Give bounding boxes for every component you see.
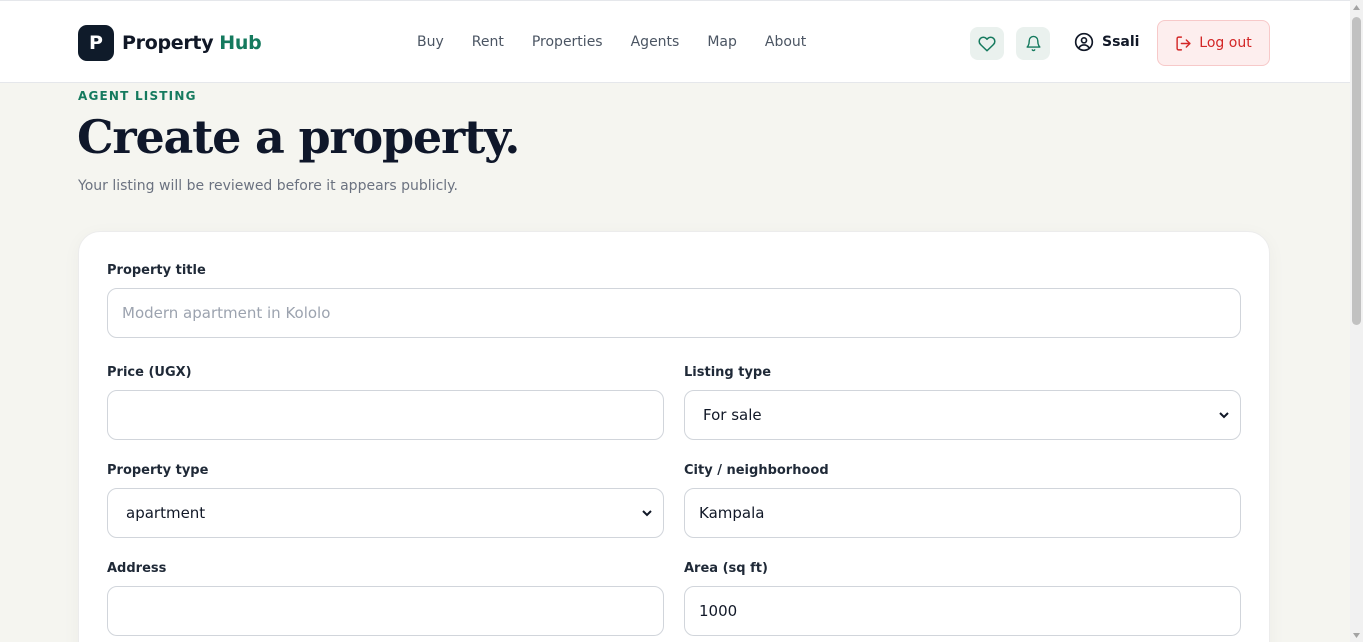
heart-icon <box>978 35 996 51</box>
nav-properties[interactable]: Properties <box>532 34 603 50</box>
scroll-thumb[interactable] <box>1352 17 1361 325</box>
nav-agents[interactable]: Agents <box>631 34 680 50</box>
property-type-label: Property type <box>107 463 209 478</box>
page-subtitle: Your listing will be reviewed before it … <box>78 178 458 194</box>
area-label: Area (sq ft) <box>684 561 768 576</box>
page-scrollbar[interactable] <box>1350 0 1363 642</box>
top-header: P Property Hub Buy Rent Properties Agents… <box>0 0 1350 83</box>
listing-type-value: For sale <box>703 406 762 424</box>
notifications-button[interactable] <box>1016 27 1050 60</box>
main-nav: Buy Rent Properties Agents Map About <box>417 34 834 50</box>
logo-accent: Hub <box>219 32 262 54</box>
bell-icon <box>1025 35 1041 52</box>
logout-icon <box>1176 35 1191 51</box>
nav-rent[interactable]: Rent <box>472 34 504 50</box>
page-title: Create a property. <box>77 110 520 164</box>
user-menu[interactable]: Ssali <box>1074 32 1139 52</box>
logo-text: Property Hub <box>122 32 262 54</box>
logo-name: Property <box>122 32 214 54</box>
scroll-up-arrow[interactable] <box>1350 0 1363 14</box>
address-input[interactable] <box>107 586 664 636</box>
favorites-button[interactable] <box>970 27 1004 60</box>
scroll-down-icon <box>1353 632 1360 638</box>
user-circle-icon <box>1074 32 1094 52</box>
page: P Property Hub Buy Rent Properties Agents… <box>0 0 1363 642</box>
area-input[interactable]: 1000 <box>684 586 1241 636</box>
nav-about[interactable]: About <box>765 34 806 50</box>
scroll-up-icon <box>1353 4 1360 10</box>
create-property-form: Property title Modern apartment in Kolol… <box>78 231 1270 642</box>
logo-mark: P <box>78 25 114 61</box>
property-type-select[interactable]: apartment <box>107 488 664 538</box>
city-input[interactable]: Kampala <box>684 488 1241 538</box>
logout-button[interactable]: Log out <box>1157 20 1270 66</box>
chevron-down-icon <box>1219 412 1229 419</box>
address-label: Address <box>107 561 167 576</box>
property-title-label: Property title <box>107 263 206 278</box>
property-type-value: apartment <box>126 504 206 522</box>
eyebrow: AGENT LISTING <box>78 89 197 103</box>
brand-logo[interactable]: P Property Hub <box>78 25 262 61</box>
logout-label: Log out <box>1199 35 1252 51</box>
nav-map[interactable]: Map <box>707 34 737 50</box>
price-input[interactable] <box>107 390 664 440</box>
price-label: Price (UGX) <box>107 365 192 380</box>
nav-buy[interactable]: Buy <box>417 34 444 50</box>
city-label: City / neighborhood <box>684 463 829 478</box>
scroll-down-arrow[interactable] <box>1350 628 1363 642</box>
chevron-down-icon <box>642 510 652 517</box>
user-name: Ssali <box>1102 34 1140 50</box>
listing-type-label: Listing type <box>684 365 772 380</box>
listing-type-select[interactable]: For sale <box>684 390 1241 440</box>
property-title-input[interactable]: Modern apartment in Kololo <box>107 288 1241 338</box>
